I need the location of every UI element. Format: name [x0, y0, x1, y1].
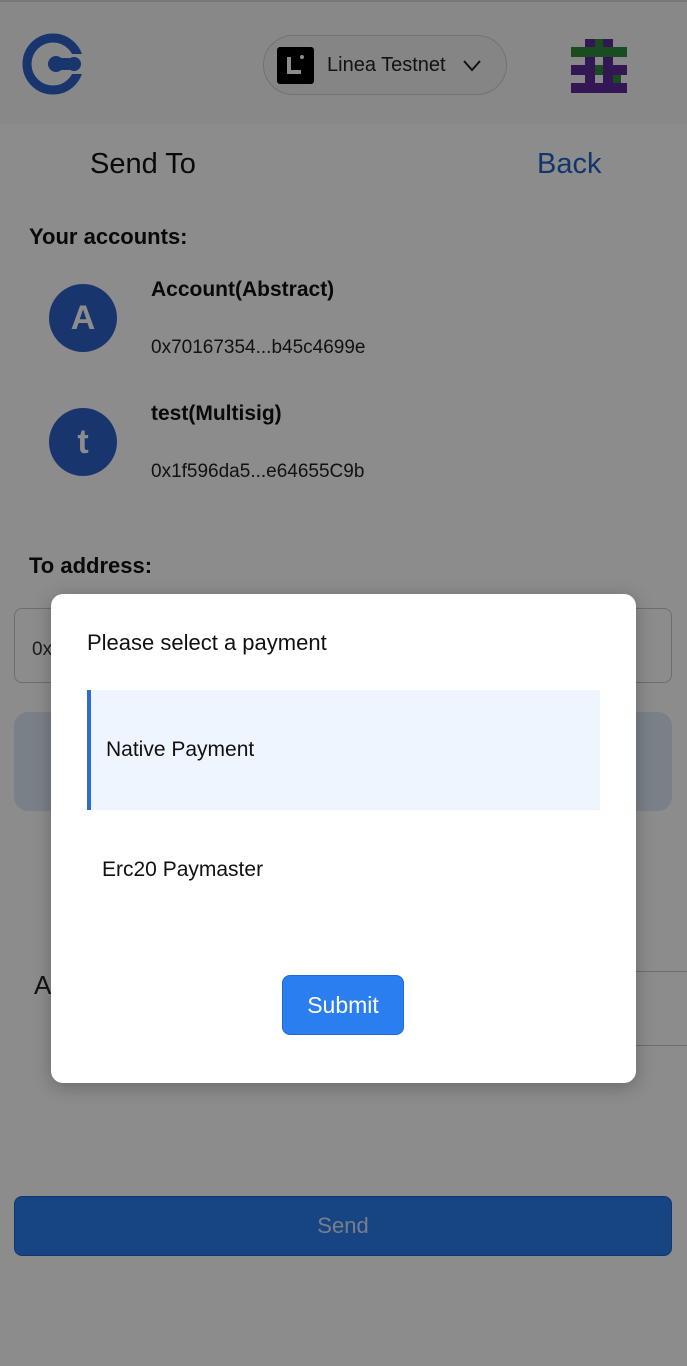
- submit-button[interactable]: Submit: [282, 975, 404, 1035]
- send-to-screen: Linea Testnet Send To Back Your accounts…: [0, 0, 687, 1366]
- modal-title: Please select a payment: [87, 630, 327, 655]
- payment-option-label: Native Payment: [106, 738, 255, 761]
- payment-option-erc20[interactable]: Erc20 Paymaster: [87, 810, 600, 930]
- payment-option-native[interactable]: Native Payment: [87, 690, 600, 810]
- payment-select-modal: Please select a payment Native Payment E…: [51, 594, 636, 1083]
- payment-option-label: Erc20 Paymaster: [102, 858, 264, 881]
